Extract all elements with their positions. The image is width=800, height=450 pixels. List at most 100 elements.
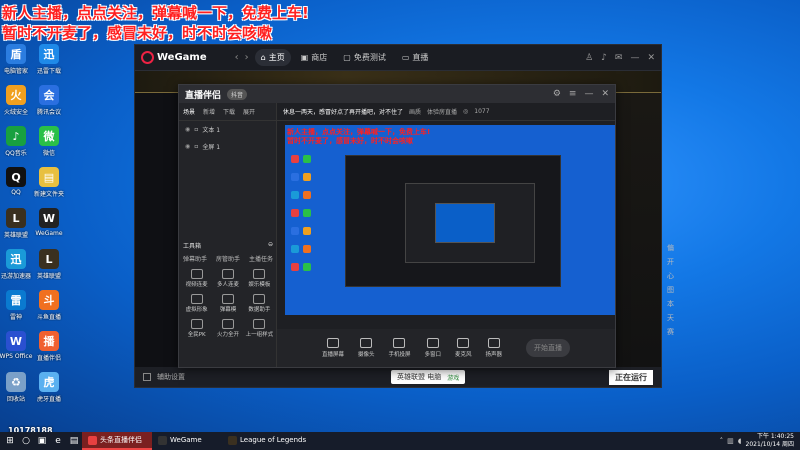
eye-icon[interactable]: ◉	[185, 143, 190, 150]
tool-button[interactable]: 虚拟形象	[181, 294, 212, 313]
fire-power-icon	[221, 319, 234, 329]
wegame-icon: W	[39, 208, 59, 228]
tab-store[interactable]: ▣ 商店	[295, 49, 334, 66]
network-icon[interactable]: ▥	[727, 437, 734, 445]
download-label: 英雄联盟 电脑	[397, 373, 442, 381]
desktop-shortcut[interactable]: ▤ 新建文件夹	[29, 167, 69, 198]
scene-item[interactable]: ◉ ▫ 文本 1	[179, 121, 276, 138]
tab-free-test[interactable]: ▢ 免费测试	[337, 49, 392, 66]
source-button[interactable]: 摄像头	[358, 338, 374, 358]
tool-label: 上一组样式	[245, 332, 274, 338]
desktop-shortcut[interactable]: 会腾讯会议	[29, 85, 69, 116]
scene-item[interactable]: ◉ ▫ 全屏 1	[179, 138, 276, 155]
minimize-icon[interactable]: —	[630, 53, 639, 63]
source-label: 麦克风	[455, 352, 472, 358]
tab-scene[interactable]: 场景	[183, 107, 195, 116]
tab-expand[interactable]: 展开	[243, 107, 255, 116]
tool-tab[interactable]: 弹幕助手	[183, 254, 207, 263]
lock-icon[interactable]: ▫	[194, 126, 198, 133]
menu-icon[interactable]: ≡	[569, 89, 577, 99]
tool-button[interactable]: 数据助手	[244, 294, 275, 313]
forward-arrow-icon[interactable]: ›	[245, 52, 249, 63]
taskbar-task[interactable]: 头条直播伴侣	[82, 432, 152, 450]
play-button[interactable]: 正在运行	[609, 369, 653, 385]
chevron-up-icon[interactable]: ˄	[720, 437, 724, 445]
minimize-icon[interactable]: —	[584, 89, 593, 99]
desktop-shortcut[interactable]: 斗斗鱼直播	[29, 290, 69, 321]
source-label: 手机投屏	[388, 352, 411, 358]
source-button[interactable]: 多窗口	[425, 338, 441, 358]
assist-checkbox[interactable]	[143, 373, 151, 381]
tool-button[interactable]: 多人连麦	[212, 269, 243, 288]
tab-home[interactable]: ⌂ 主页	[254, 49, 291, 66]
lock-icon[interactable]: ▫	[194, 143, 198, 150]
tab-download[interactable]: 下载	[223, 107, 235, 116]
store-icon: ▣	[300, 53, 309, 62]
desktop-shortcut[interactable]: W WeGame	[29, 208, 69, 237]
right-text-line: 偏开心	[667, 244, 674, 280]
wegame-logo[interactable]: WeGame	[141, 51, 207, 64]
tool-button[interactable]: 全民PK	[181, 319, 212, 338]
search-icon[interactable]: ○	[18, 433, 34, 449]
source-label: 扬声器	[485, 352, 503, 358]
start-live-button[interactable]: 开始直播	[526, 339, 571, 357]
assist-settings-label[interactable]: 辅助设置	[157, 372, 185, 382]
source-button[interactable]: 麦克风	[455, 338, 472, 358]
accelerator-icon: 迅	[6, 249, 26, 269]
explorer-icon[interactable]: ▤	[66, 433, 82, 449]
source-button[interactable]: 手机投屏	[388, 338, 411, 358]
shortcut-label: 直播伴侣	[36, 355, 61, 362]
right-text-line: 图	[667, 286, 674, 294]
taskbar-task[interactable]: WeGame	[152, 432, 222, 450]
desktop-shortcut[interactable]: 迅迅雷下载	[29, 44, 69, 75]
stream-title[interactable]: 休息一两天，感冒好点了再开播吧，对不住了	[283, 107, 403, 116]
stream-preview[interactable]: 新人主播，点点关注，弹幕喊一下，免费上车! 暂时不开麦了，感冒未好，时不时会咳嗽	[285, 125, 615, 315]
source-button[interactable]: 扬声器	[485, 338, 503, 358]
task-label: WeGame	[170, 436, 202, 444]
platform-badge[interactable]: 抖音	[227, 88, 248, 100]
tool-label: 视频连麦	[185, 282, 208, 288]
app-icon	[158, 435, 167, 445]
back-arrow-icon[interactable]: ‹	[235, 52, 239, 63]
desktop-shortcut[interactable]: 微微信	[29, 126, 69, 157]
desktop-shortcut[interactable]: 虎虎牙直播	[29, 372, 69, 403]
download-tag: 游戏	[447, 374, 460, 382]
windows-start-icon[interactable]: ⊞	[2, 433, 18, 449]
quality-tag[interactable]: 画质	[409, 107, 421, 116]
eye-icon[interactable]: ◉	[185, 126, 190, 133]
recycle-bin-icon: ♻	[6, 372, 26, 392]
taskbar-task[interactable]: League of Legends	[222, 432, 312, 450]
volume-icon[interactable]: ◖	[738, 437, 742, 445]
tool-button[interactable]: 弹幕模	[212, 294, 243, 313]
tool-label: 数据助手	[248, 307, 271, 313]
download-item[interactable]: 英雄联盟 电脑 游戏	[391, 370, 466, 384]
message-icon[interactable]: ✉	[615, 53, 623, 63]
tool-button[interactable]: 上一组样式	[244, 319, 275, 338]
desktop-shortcut[interactable]: 播直播伴侣	[29, 331, 69, 362]
clock[interactable]: 下午 1:40:25 2021/10/14 周四	[746, 433, 799, 449]
tab-live[interactable]: ▭ 直播	[396, 49, 435, 66]
shirt-icon[interactable]: ♙	[585, 53, 593, 63]
bell-icon[interactable]: ♪	[601, 53, 607, 63]
desktop-shortcut[interactable]: L 英雄联盟	[29, 249, 69, 280]
task-view-icon[interactable]: ▣	[34, 433, 50, 449]
tab-add[interactable]: 新增	[203, 107, 215, 116]
desktop: 新人主播，点点关注，弹幕喊一下，免费上车! 暂时不开麦了，感冒未好，时不时会咳嗽…	[0, 0, 800, 432]
tool-tab[interactable]: 主播任务	[249, 254, 273, 263]
scene-tabs: 场景 新增 下载 展开	[179, 103, 276, 121]
tool-button[interactable]: 娱乐模板	[244, 269, 275, 288]
tool-tab[interactable]: 房管助手	[216, 254, 240, 263]
shortcut-label: 英雄联盟	[36, 273, 61, 280]
wegame-logo-icon	[141, 51, 154, 64]
tool-grid: 视频连麦 多人连麦 娱乐模板虚拟形象 弹幕模 数据助手全民PK 火力全开 上一组样式	[179, 265, 277, 342]
close-icon[interactable]: ✕	[601, 89, 609, 99]
source-button[interactable]: 直播屏幕	[322, 338, 344, 358]
edge-icon[interactable]: e	[50, 433, 66, 449]
close-icon[interactable]: ✕	[647, 53, 655, 63]
toolbox-toggle-icon[interactable]: ⊖	[268, 241, 273, 250]
settings-icon[interactable]: ⚙	[553, 89, 561, 99]
tool-button[interactable]: 火力全开	[212, 319, 243, 338]
tool-button[interactable]: 视频连麦	[181, 269, 212, 288]
douyu-icon: 斗	[39, 290, 59, 310]
preview-panel: 休息一两天，感冒好点了再开播吧，对不住了 画质 体验房直播 ◎ 1077 新人主…	[277, 103, 615, 367]
